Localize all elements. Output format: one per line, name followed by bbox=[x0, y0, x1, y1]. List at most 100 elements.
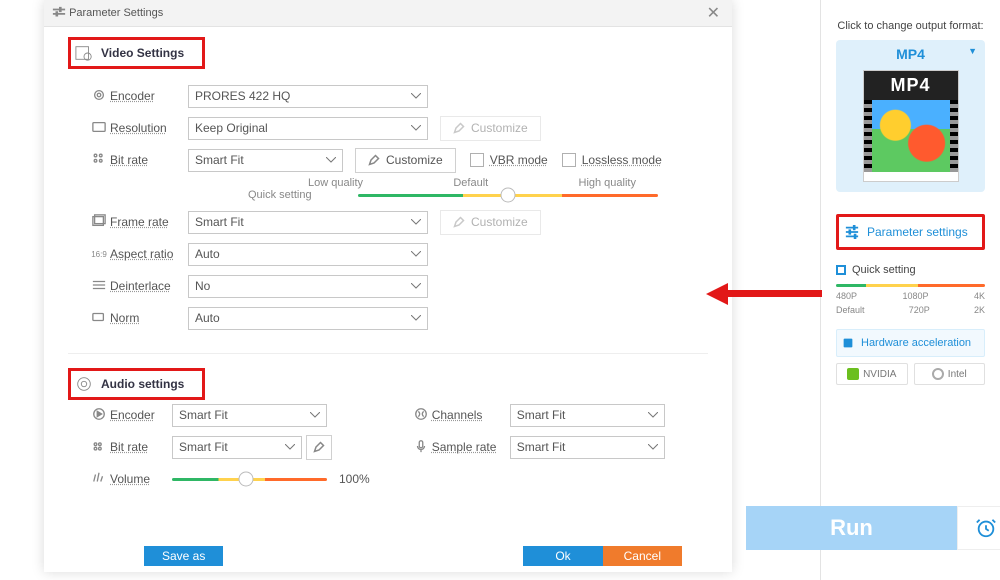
parameter-settings-dialog: Parameter Settings ✕ Video Settings Enco… bbox=[44, 0, 732, 572]
volume-value: 100% bbox=[339, 472, 370, 486]
audio-encoder-label: Encoder bbox=[110, 408, 172, 422]
aspect-select[interactable]: Auto bbox=[188, 243, 428, 266]
audio-settings-heading: Audio settings bbox=[68, 368, 205, 400]
slider-knob[interactable] bbox=[239, 472, 254, 487]
quick-setting-dot-icon bbox=[836, 265, 846, 275]
resolution-customize-button: Customize bbox=[440, 116, 541, 141]
schedule-button[interactable] bbox=[957, 506, 1000, 550]
encoder-row: Encoder PRORES 422 HQ bbox=[88, 81, 708, 111]
intel-chip[interactable]: Intel bbox=[914, 363, 986, 385]
sliders-icon bbox=[52, 6, 66, 20]
intel-logo-icon bbox=[932, 368, 944, 380]
channels-row: Channels Smart Fit bbox=[410, 400, 665, 430]
param-settings-label: Parameter settings bbox=[867, 225, 968, 239]
framerate-row: Frame rate Smart Fit Customize bbox=[88, 207, 708, 237]
norm-label: Norm bbox=[110, 311, 188, 325]
quick-setting-label: Quick setting bbox=[836, 264, 985, 276]
dialog-footer: Save as Ok Cancel bbox=[44, 546, 732, 572]
side-panel: Click to change output format: MP4 ▼ MP4… bbox=[820, 0, 1000, 580]
quick-setting-slider[interactable]: 480P 1080P 4K Default 720P 2K bbox=[836, 284, 985, 315]
dialog-title: Parameter Settings bbox=[69, 7, 163, 19]
dialog-titlebar: Parameter Settings ✕ bbox=[44, 0, 732, 27]
resolution-select[interactable]: Keep Original bbox=[188, 117, 428, 140]
output-format-label: MP4 bbox=[896, 46, 925, 62]
audio-gear-icon bbox=[75, 375, 93, 393]
vbr-checkbox[interactable]: VBR mode bbox=[470, 153, 548, 167]
run-button[interactable]: Run bbox=[746, 506, 957, 550]
volume-label: Volume bbox=[110, 472, 172, 486]
chip-icon bbox=[841, 336, 855, 350]
close-button[interactable]: ✕ bbox=[703, 3, 724, 23]
bitrate-customize-button[interactable]: Customize bbox=[355, 148, 456, 173]
thumb-image bbox=[864, 100, 958, 172]
resolution-icon bbox=[88, 120, 110, 137]
deinterlace-label: Deinterlace bbox=[110, 279, 188, 293]
format-hint: Click to change output format: bbox=[836, 20, 985, 32]
deinterlace-select[interactable]: No bbox=[188, 275, 428, 298]
sliders-icon bbox=[845, 225, 859, 239]
nvidia-logo-icon bbox=[847, 368, 859, 380]
chevron-down-icon: ▼ bbox=[968, 46, 977, 56]
alarm-clock-icon bbox=[975, 517, 997, 539]
framerate-icon bbox=[88, 214, 110, 231]
bitrate-icon bbox=[88, 152, 110, 169]
audio-encoder-icon bbox=[88, 407, 110, 424]
aspect-row: 16:9 Aspect ratio Auto bbox=[88, 239, 708, 269]
framerate-select[interactable]: Smart Fit bbox=[188, 211, 428, 234]
volume-row: Volume 100% bbox=[88, 464, 370, 494]
quick-setting-caption: Quick setting bbox=[208, 189, 348, 201]
bitrate-label: Bit rate bbox=[110, 153, 188, 167]
samplerate-select[interactable]: Smart Fit bbox=[510, 436, 665, 459]
deinterlace-icon bbox=[88, 278, 110, 295]
channels-icon bbox=[410, 407, 432, 424]
aspect-label: Aspect ratio bbox=[110, 247, 188, 261]
pencil-icon bbox=[313, 441, 325, 453]
audio-bitrate-edit-button[interactable] bbox=[306, 435, 332, 460]
norm-icon bbox=[88, 310, 110, 327]
audio-bitrate-select[interactable]: Smart Fit bbox=[172, 436, 302, 459]
hardware-acceleration-toggle[interactable]: Hardware acceleration bbox=[836, 329, 985, 357]
pencil-icon bbox=[368, 154, 380, 166]
volume-slider[interactable] bbox=[172, 478, 327, 481]
format-thumbnail: MP4 bbox=[863, 70, 959, 182]
thumb-label: MP4 bbox=[864, 71, 958, 100]
audio-encoder-row: Encoder Smart Fit bbox=[88, 400, 370, 430]
resolution-label: Resolution bbox=[110, 121, 188, 135]
save-as-button[interactable]: Save as bbox=[144, 546, 223, 566]
encoder-icon bbox=[88, 88, 110, 105]
norm-select[interactable]: Auto bbox=[188, 307, 428, 330]
gpu-row: NVIDIA Intel bbox=[836, 363, 985, 385]
channels-select[interactable]: Smart Fit bbox=[510, 404, 665, 427]
audio-encoder-select[interactable]: Smart Fit bbox=[172, 404, 327, 427]
samplerate-row: Sample rate Smart Fit bbox=[410, 432, 665, 462]
output-format-selector[interactable]: MP4 ▼ MP4 bbox=[836, 40, 985, 192]
cancel-button[interactable]: Cancel bbox=[603, 546, 682, 566]
annotation-arrow bbox=[706, 286, 822, 302]
bitrate-select[interactable]: Smart Fit bbox=[188, 149, 343, 172]
video-settings-heading: Video Settings bbox=[68, 37, 205, 69]
samplerate-label: Sample rate bbox=[432, 440, 510, 454]
pencil-icon bbox=[453, 216, 465, 228]
run-bar: Run bbox=[746, 506, 1000, 550]
audio-bitrate-row: Bit rate Smart Fit bbox=[88, 432, 370, 462]
audio-bitrate-icon bbox=[88, 439, 110, 456]
lossless-checkbox[interactable]: Lossless mode bbox=[562, 153, 662, 167]
mic-icon bbox=[410, 439, 432, 456]
parameter-settings-button[interactable]: Parameter settings bbox=[836, 214, 985, 250]
video-gear-icon bbox=[75, 44, 93, 62]
framerate-label: Frame rate bbox=[110, 215, 188, 229]
deinterlace-row: Deinterlace No bbox=[88, 271, 708, 301]
encoder-select[interactable]: PRORES 422 HQ bbox=[188, 85, 428, 108]
ok-button[interactable]: Ok bbox=[523, 546, 602, 566]
volume-icon bbox=[88, 471, 110, 488]
framerate-customize-button: Customize bbox=[440, 210, 541, 235]
pencil-icon bbox=[453, 122, 465, 134]
quality-slider-row: Low quality Default High quality Quick s… bbox=[208, 177, 708, 201]
encoder-label: Encoder bbox=[110, 89, 188, 103]
quality-slider[interactable] bbox=[358, 194, 658, 197]
resolution-row: Resolution Keep Original Customize bbox=[88, 113, 708, 143]
nvidia-chip[interactable]: NVIDIA bbox=[836, 363, 908, 385]
channels-label: Channels bbox=[432, 408, 510, 422]
slider-knob[interactable] bbox=[501, 188, 516, 203]
aspect-icon: 16:9 bbox=[88, 250, 110, 259]
